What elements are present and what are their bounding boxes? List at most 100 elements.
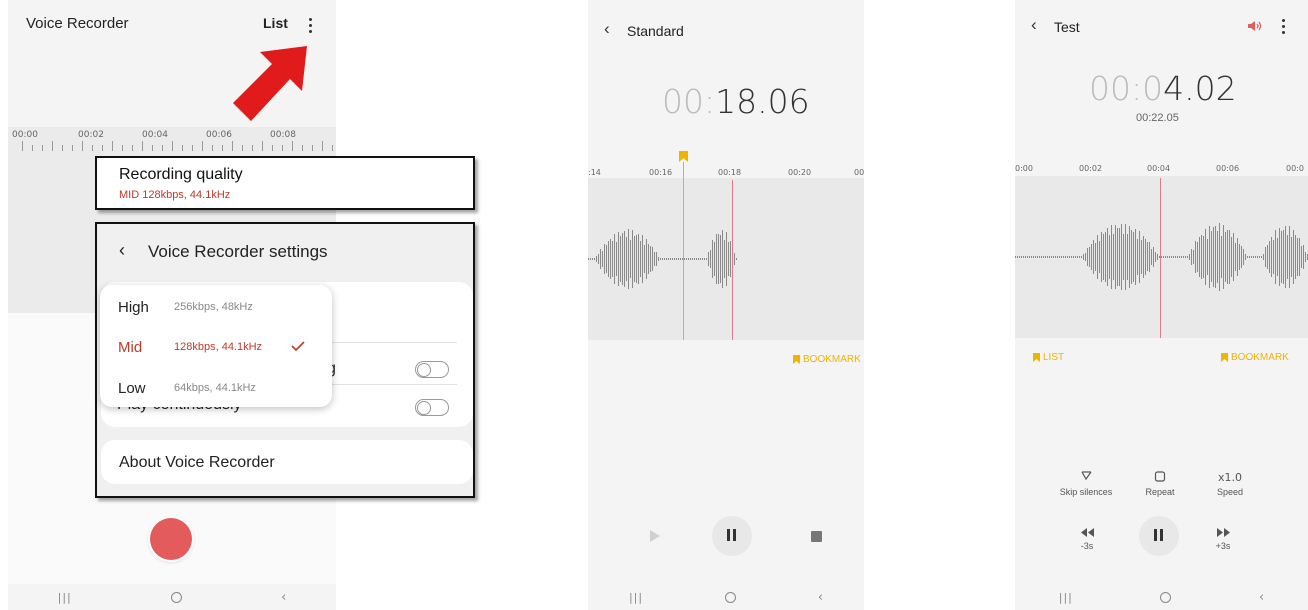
home-icon[interactable]: [1160, 591, 1172, 603]
ruler-tick: [32, 145, 33, 151]
setting-toggle[interactable]: [415, 361, 449, 378]
rewind-icon: [1081, 528, 1094, 537]
play-icon[interactable]: [650, 530, 660, 542]
record-button[interactable]: [150, 518, 192, 560]
recording-quality-item[interactable]: Recording quality MID 128kbps, 44.1kHz: [95, 156, 475, 210]
option-detail: 128kbps, 44.1kHz: [174, 341, 263, 353]
quality-option-low[interactable]: Low 64kbps, 44.1kHz: [100, 368, 332, 408]
pause-button[interactable]: [712, 516, 752, 556]
settings-title: Voice Recorder settings: [148, 242, 328, 261]
bookmark-marker-icon[interactable]: [679, 151, 688, 162]
quality-option-high[interactable]: High 256kbps, 48kHz: [100, 287, 332, 327]
app-title: Voice Recorder: [26, 15, 129, 32]
waveform-bar: [716, 233, 717, 285]
ruler-time-label: 00:02: [78, 130, 104, 140]
waveform-bar: [1231, 237, 1232, 277]
waveform-bar: [704, 258, 705, 260]
repeat-icon: [1154, 471, 1166, 482]
system-nav-bar: ||| ‹: [8, 584, 336, 610]
waveform-bar: [1059, 256, 1060, 258]
waveform-bar: [1043, 256, 1044, 258]
waveform-bar: [1213, 226, 1214, 288]
more-options-icon[interactable]: [308, 18, 312, 33]
speaker-icon[interactable]: [1248, 20, 1263, 32]
back-icon[interactable]: ‹: [604, 19, 610, 39]
bookmark-icon: [793, 355, 800, 364]
waveform-bar: [596, 255, 597, 263]
back-nav-icon[interactable]: ‹: [1259, 590, 1264, 605]
playback-screen-test: ‹ Test 00:04.02 00:22.05 0:00 00:02 00:0…: [1015, 0, 1308, 610]
waveform-bar: [620, 236, 621, 282]
bookmark-button[interactable]: BOOKMARK: [793, 354, 861, 365]
waveform-bar: [1285, 226, 1286, 288]
list-button[interactable]: LIST: [1033, 352, 1064, 363]
waveform-bar: [1163, 256, 1164, 258]
recent-apps-icon[interactable]: |||: [629, 591, 643, 604]
waveform-bar: [622, 232, 623, 286]
home-icon[interactable]: [170, 591, 182, 603]
back-icon[interactable]: ‹: [119, 240, 125, 261]
checkmark-icon: [291, 341, 305, 352]
waveform-bar: [608, 240, 609, 278]
ruler-tick: [82, 141, 83, 151]
waveform-bar: [650, 245, 651, 273]
waveform-bar: [662, 258, 663, 260]
home-icon[interactable]: [724, 591, 736, 603]
waveform-bar: [654, 251, 655, 267]
waveform-bar: [1023, 256, 1024, 258]
ruler-tick: [312, 145, 313, 151]
waveform-bar: [1305, 251, 1306, 263]
waveform-bar: [604, 243, 605, 275]
ruler-tick: [192, 145, 193, 151]
waveform-bar: [1199, 237, 1200, 277]
waveform-bar: [1137, 238, 1138, 276]
stop-button[interactable]: [811, 531, 822, 542]
elapsed-time: 00:04.02: [1089, 69, 1237, 108]
playhead-line: [732, 180, 733, 340]
ruler-tick: [112, 141, 113, 151]
elapsed-time: 00:18.06: [662, 82, 810, 121]
waveform-bar: [1235, 243, 1236, 271]
quality-option-mid[interactable]: Mid 128kbps, 44.1kHz: [100, 327, 332, 367]
waveform-bar: [600, 249, 601, 269]
waveform-bar: [1151, 248, 1152, 266]
waveform-bar: [646, 239, 647, 279]
waveform-bar: [1017, 256, 1018, 258]
total-duration: 00:22.05: [1136, 112, 1179, 124]
ruler-tick: [202, 141, 203, 151]
waveform-bar: [590, 258, 591, 260]
waveform-bar: [680, 258, 681, 260]
list-button[interactable]: List: [263, 15, 288, 31]
ruler-tick: [122, 145, 123, 151]
recent-apps-icon[interactable]: |||: [1059, 591, 1073, 604]
waveform-bar: [1201, 234, 1202, 280]
more-options-icon[interactable]: [1281, 19, 1285, 34]
waveform-bar: [1181, 256, 1182, 258]
skip-silences-label: Skip silences: [1059, 487, 1113, 497]
waveform-bar: [616, 242, 617, 276]
recording-quality-title: Recording quality: [119, 166, 243, 183]
waveform-bar: [1299, 237, 1300, 277]
back-nav-icon[interactable]: ‹: [818, 590, 823, 605]
bookmark-button[interactable]: BOOKMARK: [1221, 352, 1289, 363]
recent-apps-icon[interactable]: |||: [58, 591, 72, 604]
ruler-tick: [232, 141, 233, 151]
waveform-bar: [1215, 225, 1216, 289]
back-nav-icon[interactable]: ‹: [281, 590, 286, 605]
pause-button[interactable]: [1139, 516, 1179, 556]
waveform-bar: [632, 230, 633, 288]
waveform-bar: [1175, 256, 1176, 258]
waveform-bar: [1195, 241, 1196, 273]
about-item[interactable]: About Voice Recorder: [101, 440, 473, 484]
waveform-bar: [1147, 242, 1148, 272]
ruler-time-label: 00:00: [12, 130, 38, 140]
play-continuously-toggle[interactable]: [415, 399, 449, 416]
back-icon[interactable]: ‹: [1031, 15, 1037, 35]
ruler-tick: [52, 141, 53, 151]
forward-label: +3s: [1215, 541, 1231, 551]
waveform-bar: [618, 231, 619, 287]
waveform-bar: [1177, 256, 1178, 258]
waveform-bar: [1205, 228, 1206, 286]
pause-icon: [1160, 529, 1163, 541]
elapsed-time-dim: 00:0: [1089, 69, 1164, 108]
